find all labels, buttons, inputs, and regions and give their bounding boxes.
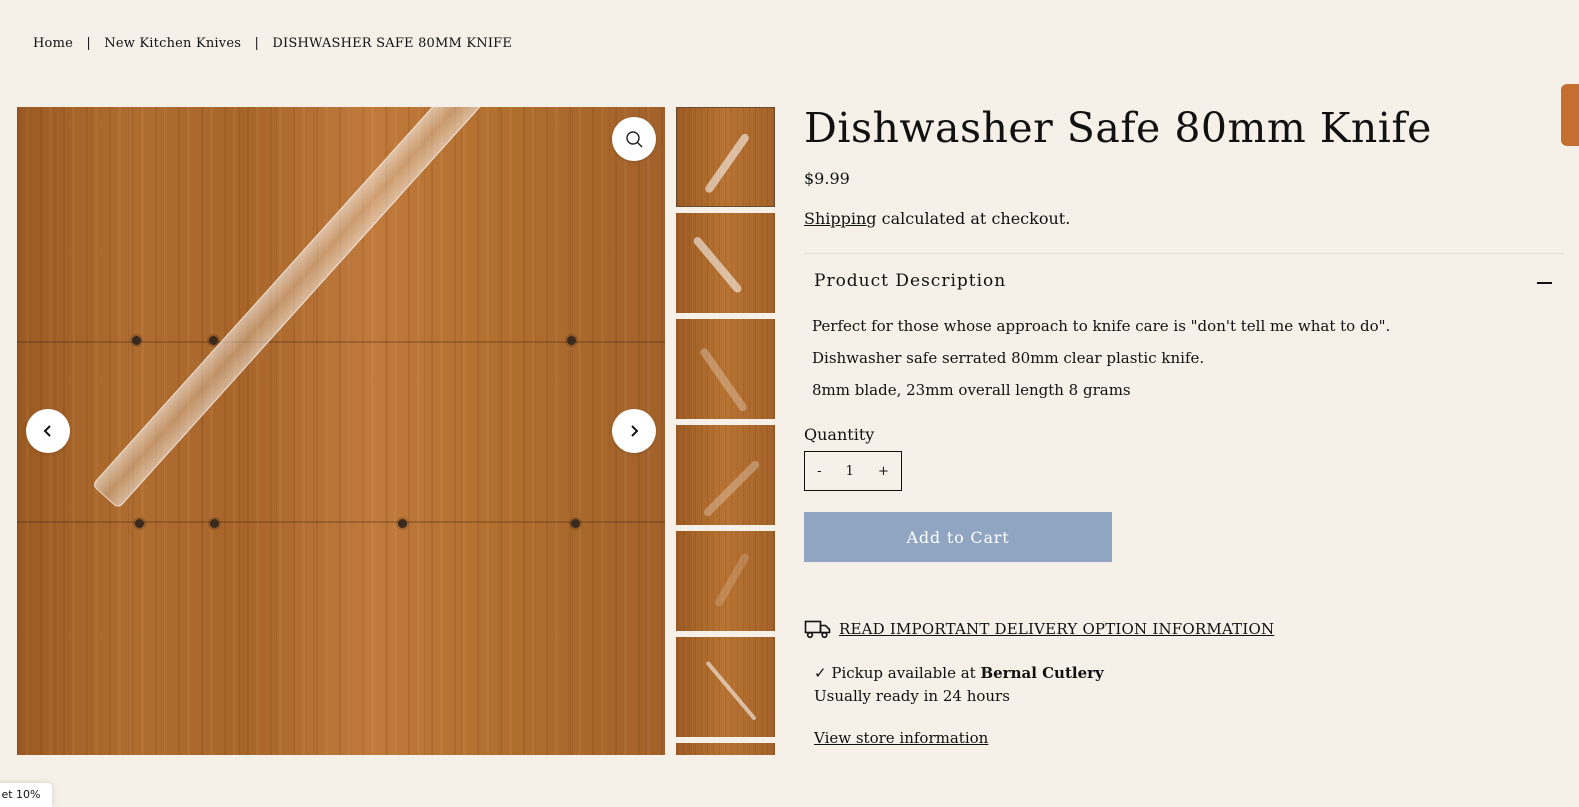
thumbnail[interactable]: [676, 531, 775, 631]
quantity-stepper: - 1 +: [804, 451, 902, 491]
product-description: Perfect for those whose approach to knif…: [812, 317, 1390, 413]
quantity-input[interactable]: 1: [840, 464, 860, 479]
nail-head: [135, 519, 144, 528]
minus-icon[interactable]: [1537, 282, 1552, 284]
shipping-text: calculated at checkout.: [876, 209, 1071, 228]
main-product-image[interactable]: [17, 107, 665, 755]
chevron-left-icon: [43, 425, 51, 437]
pickup-text: Pickup available at: [831, 664, 981, 682]
thumbnail[interactable]: [676, 319, 775, 419]
description-line: Perfect for those whose approach to knif…: [812, 317, 1391, 335]
previous-image-button[interactable]: [26, 409, 70, 453]
side-widget-tab[interactable]: [1561, 84, 1579, 146]
delivery-info-link[interactable]: READ IMPORTANT DELIVERY OPTION INFORMATI…: [839, 620, 1274, 638]
check-icon: ✓: [814, 664, 827, 682]
description-line: Dishwasher safe serrated 80mm clear plas…: [812, 349, 1205, 367]
promo-popup-tab[interactable]: et 10%: [0, 783, 52, 807]
shipping-note: Shipping calculated at checkout.: [804, 209, 1070, 228]
truck-icon: [804, 620, 831, 639]
nail-head: [210, 519, 219, 528]
breadcrumb-separator: |: [254, 36, 260, 51]
pickup-store-name: Bernal Cutlery: [980, 664, 1104, 682]
nail-head: [209, 336, 218, 345]
product-title: Dishwasher Safe 80mm Knife: [804, 104, 1432, 152]
breadcrumb-current: DISHWASHER SAFE 80MM KNIFE: [272, 36, 513, 51]
pickup-ready-time: Usually ready in 24 hours: [814, 687, 1010, 705]
quantity-label: Quantity: [804, 425, 875, 444]
next-image-button[interactable]: [612, 409, 656, 453]
quantity-decrement-button[interactable]: -: [811, 464, 827, 479]
thumbnail[interactable]: [676, 213, 775, 313]
divider: [804, 253, 1564, 254]
nail-head: [571, 519, 580, 528]
chevron-right-icon: [631, 425, 639, 437]
nail-head: [398, 519, 407, 528]
breadcrumb-home[interactable]: Home: [33, 36, 73, 51]
breadcrumb-category[interactable]: New Kitchen Knives: [104, 36, 241, 51]
product-price: $9.99: [804, 169, 850, 188]
breadcrumb: Home | New Kitchen Knives | DISHWASHER S…: [33, 36, 512, 51]
view-store-information-link[interactable]: View store information: [814, 729, 988, 747]
thumbnail[interactable]: [676, 743, 775, 755]
breadcrumb-separator: |: [86, 36, 91, 51]
nail-head: [132, 336, 141, 345]
pickup-availability: ✓ Pickup available at Bernal Cutlery Usu…: [814, 662, 1104, 708]
thumbnail[interactable]: [676, 107, 775, 207]
quantity-increment-button[interactable]: +: [872, 464, 895, 479]
shipping-link[interactable]: Shipping: [804, 209, 877, 228]
zoom-button[interactable]: [612, 117, 656, 161]
add-to-cart-button[interactable]: Add to Cart: [804, 512, 1112, 562]
thumbnail-strip: [676, 107, 775, 755]
nail-head: [567, 336, 576, 345]
thumbnail[interactable]: [676, 637, 775, 737]
knife-photo: [91, 107, 495, 510]
description-line: 8mm blade, 23mm overall length 8 grams: [812, 381, 1131, 399]
magnifier-icon: [626, 131, 643, 148]
delivery-info: READ IMPORTANT DELIVERY OPTION INFORMATI…: [804, 619, 1274, 639]
thumbnail[interactable]: [676, 425, 775, 525]
wood-seam: [17, 521, 665, 523]
product-description-toggle[interactable]: Product Description: [814, 271, 1006, 291]
